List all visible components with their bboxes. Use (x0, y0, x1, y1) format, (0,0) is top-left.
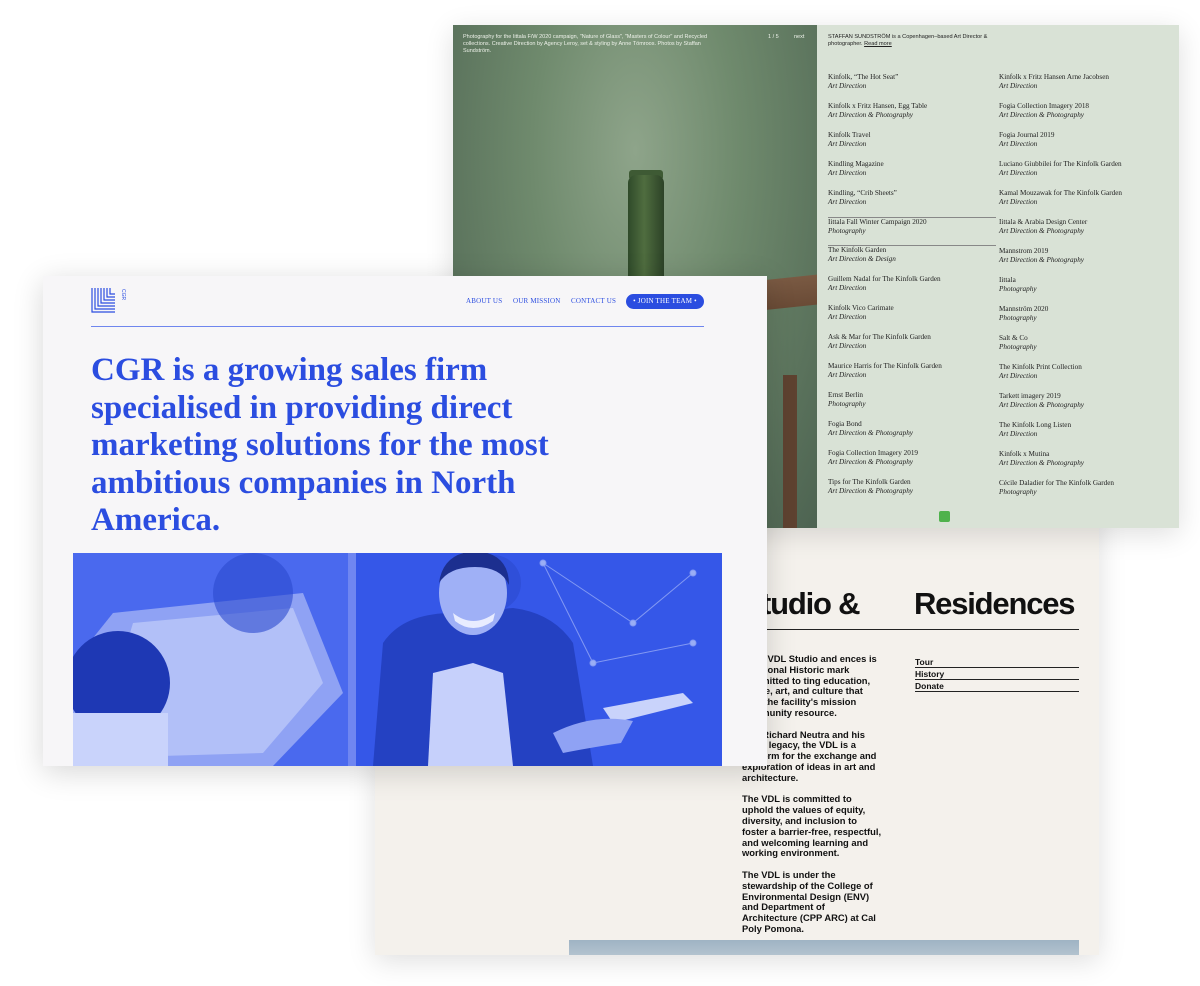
vdl-link-tour[interactable]: Tour (915, 656, 1079, 668)
project-item[interactable]: The Kinfolk Long Listen Art Direction (999, 421, 1159, 450)
project-item[interactable]: Kinfolk, “The Hot Seat” Art Direction (828, 73, 988, 102)
vdl-paragraph: The VDL is under the stewardship of the … (742, 868, 876, 934)
project-column-1: Kinfolk, “The Hot Seat” Art Direction Kin… (828, 73, 996, 507)
project-item[interactable]: Salt & Co Photography (999, 334, 1159, 363)
vdl-link-history[interactable]: History (915, 668, 1079, 680)
project-item[interactable]: Iittala & Arabia Design Center Art Direct… (999, 218, 1159, 247)
cgr-logo-icon[interactable]: CGR (91, 287, 127, 313)
project-item[interactable]: Kindling, “Crib Sheets” Art Direction (828, 189, 988, 218)
project-item[interactable]: Iittala Photography (999, 276, 1159, 305)
intro-text: STAFFAN SUNDSTRÖM is a Copenhagen–based … (828, 34, 988, 48)
project-item[interactable]: Kinfolk Travel Art Direction (828, 131, 988, 160)
project-item[interactable]: Kinfolk x Fritz Hansen, Egg Table Art Dir… (828, 102, 988, 131)
project-item[interactable]: Fogia Bond Art Direction & Photography (828, 420, 988, 449)
vdl-title-part2: Residences (914, 586, 1076, 621)
studio-intro: STAFFAN SUNDSTRÖM is a Copenhagen–based … (828, 34, 998, 49)
project-list-panel: STAFFAN SUNDSTRÖM is a Copenhagen–based … (817, 25, 1179, 528)
project-item[interactable]: Kinfolk x Mutina Art Direction & Photogra… (999, 450, 1159, 479)
project-item[interactable]: Kindling Magazine Art Direction (828, 160, 988, 189)
vdl-nav-links: Tour History Donate (915, 656, 1079, 692)
logo-wordmark: CGR (120, 289, 126, 301)
green-indicator-icon[interactable] (939, 511, 950, 522)
next-slide-button[interactable]: next (794, 34, 804, 40)
nav-contact-link[interactable]: CONTACT US (571, 297, 616, 305)
project-item[interactable]: Maurice Harris for The Kinfolk Garden Art… (828, 362, 988, 391)
project-item[interactable]: Ask & Mar for The Kinfolk Garden Art Dire… (828, 333, 988, 362)
vdl-title-rule (741, 629, 1079, 630)
project-item[interactable]: Tarkett imagery 2019 Art Direction & Phot… (999, 392, 1159, 421)
project-item[interactable]: The Kinfolk Print Collection Art Directio… (999, 363, 1159, 392)
wooden-table-leg (783, 375, 797, 528)
project-item-selected[interactable]: Iittala Fall Winter Campaign 2020 Photogr… (828, 217, 996, 246)
vdl-paragraph: The VDL is committed to uphold the value… (742, 793, 882, 859)
project-item[interactable]: Mannström 2020 Photography (999, 305, 1159, 334)
read-more-link[interactable]: Read more (864, 41, 892, 47)
header-divider (91, 326, 704, 327)
project-item[interactable]: Luciano Giubbilei for The Kinfolk Garden… (999, 160, 1159, 189)
project-item[interactable]: Cécile Daladier for The Kinfolk Garden Ph… (999, 479, 1159, 508)
cgr-page-preview: CGR ABOUT US OUR MISSION CONTACT US • JO… (43, 276, 767, 766)
project-item[interactable]: Fogia Journal 2019 Art Direction (999, 131, 1159, 160)
project-item[interactable]: Fogia Collection Imagery 2019 Art Directi… (828, 449, 988, 478)
project-item[interactable]: The Kinfolk Garden Art Direction & Design (828, 246, 988, 275)
slide-counter: 1 / 5 (768, 34, 779, 40)
hero-headline: CGR is a growing sales firm specialised … (91, 352, 549, 538)
project-item[interactable]: Tips for The Kinfolk Garden Art Direction… (828, 478, 988, 507)
team-member-photo (73, 553, 722, 766)
join-the-team-button[interactable]: • JOIN THE TEAM • (626, 294, 704, 309)
project-item[interactable]: Mannstrom 2019 Art Direction & Photograph… (999, 247, 1159, 276)
project-item[interactable]: Guillem Nadal for The Kinfolk Garden Art … (828, 275, 988, 304)
project-item[interactable]: Kamal Mouzawak for The Kinfolk Garden Art… (999, 189, 1159, 218)
nav-mission-link[interactable]: OUR MISSION (513, 297, 561, 305)
vdl-link-donate[interactable]: Donate (915, 680, 1079, 692)
project-item[interactable]: Kinfolk Vico Carimate Art Direction (828, 304, 988, 333)
project-item[interactable]: Kinfolk x Fritz Hansen Arne Jacobsen Art … (999, 73, 1159, 102)
project-item[interactable]: Ernst Berlin Photography (828, 391, 988, 420)
vdl-sky-photo (569, 940, 1079, 955)
vdl-title-part1: tudio & (761, 586, 861, 621)
project-column-2: Kinfolk x Fritz Hansen Arne Jacobsen Art … (999, 73, 1159, 508)
nav-about-link[interactable]: ABOUT US (466, 297, 502, 305)
project-item[interactable]: Fogia Collection Imagery 2018 Art Directi… (999, 102, 1159, 131)
photo-caption: Photography for the Iittala F/W 2020 cam… (463, 34, 708, 54)
